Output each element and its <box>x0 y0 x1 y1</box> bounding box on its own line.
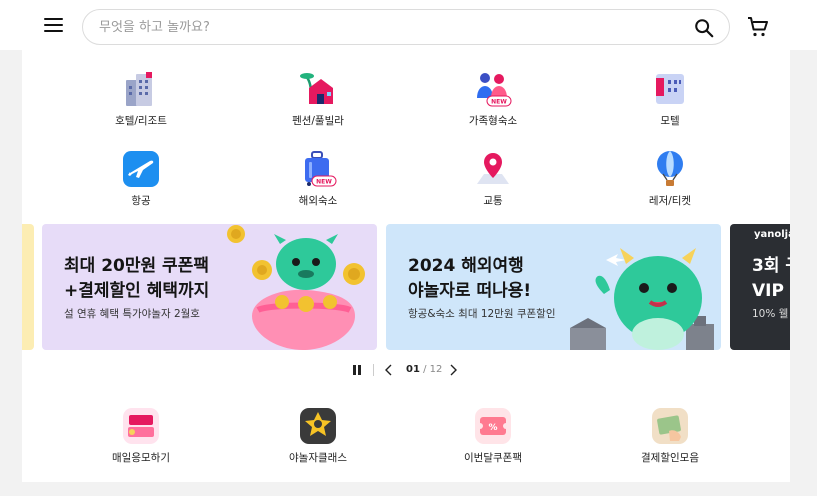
pager-divider <box>373 364 374 376</box>
quick-menu-label: 이번달쿠폰팩 <box>464 452 522 464</box>
quick-menu-label: 매일응모하기 <box>112 452 170 464</box>
pager-count: 01 / 12 <box>406 364 442 375</box>
banner-previous-peek[interactable] <box>22 224 34 350</box>
category-label: 해외숙소 <box>298 195 338 207</box>
pension-icon <box>300 73 333 104</box>
pager-current: 01 <box>406 364 420 375</box>
category-label: 항공 <box>131 195 151 207</box>
category-label: 호텔/리조트 <box>115 115 167 127</box>
search-icon[interactable] <box>693 17 715 39</box>
coupon-pack-icon: % <box>475 408 511 444</box>
category-label: 교통 <box>483 195 503 207</box>
banner-subtitle: 설 연휴 혜택 특가야놀자 2월호 <box>64 308 200 320</box>
banner-title: 3회 구VIP 혜 <box>752 256 790 301</box>
pager-separator: / <box>419 364 430 375</box>
suitcase-icon: NEW <box>305 151 337 187</box>
category-hotel[interactable]: 호텔/리조트 <box>86 70 196 128</box>
pause-icon[interactable] <box>352 365 362 375</box>
category-family-stay[interactable]: NEW 가족형숙소 <box>438 70 548 128</box>
search-bar[interactable] <box>82 9 730 45</box>
quick-menu-payment-discount[interactable]: 결제할인모음 <box>615 407 725 465</box>
hotel-icon <box>126 72 152 106</box>
quick-menu-coupon-pack[interactable]: % 이번달쿠폰팩 <box>438 407 548 465</box>
category-motel[interactable]: 모텔 <box>615 70 725 128</box>
airplane-icon <box>123 151 159 187</box>
chevron-left-icon[interactable] <box>382 363 396 377</box>
category-transport[interactable]: 교통 <box>438 150 548 208</box>
cart-icon[interactable] <box>746 15 770 39</box>
mascot-coins-illustration <box>227 225 365 350</box>
search-input[interactable] <box>99 16 679 38</box>
category-label: 레저/티켓 <box>648 195 692 207</box>
category-overseas-stay[interactable]: NEW 해외숙소 <box>263 150 373 208</box>
motel-icon <box>656 74 684 104</box>
category-leisure-ticket[interactable]: 레저/티켓 <box>615 150 725 208</box>
chevron-right-icon[interactable] <box>446 363 460 377</box>
category-label: 펜션/풀빌라 <box>292 115 344 127</box>
category-pension[interactable]: 펜션/풀빌라 <box>263 70 373 128</box>
family-stay-icon: NEW <box>477 73 512 107</box>
location-pin-icon <box>477 153 509 184</box>
category-airline[interactable]: 항공 <box>86 150 196 208</box>
banner-title: 최대 20만원 쿠폰팩 +결제할인 혜택까지 <box>64 256 210 301</box>
banner-subtitle: 10% 웰 <box>752 308 789 320</box>
quick-menu-daily-entry[interactable]: 매일응모하기 <box>86 407 196 465</box>
daily-entry-icon <box>123 408 159 444</box>
category-label: 가족형숙소 <box>468 115 518 127</box>
top-bar <box>0 0 817 50</box>
quick-menu-label: 결제할인모음 <box>641 452 699 464</box>
quick-menu-yanolja-class[interactable]: 야놀자클래스 <box>263 407 373 465</box>
promo-banner-3[interactable]: yanolja 3회 구VIP 혜 10% 웰 <box>730 224 790 350</box>
yanolja-logo: yanolja <box>754 229 790 240</box>
yanolja-class-icon <box>300 408 336 444</box>
category-label: 모텔 <box>660 115 680 127</box>
mascot-travel-illustration <box>570 248 714 350</box>
pager-total: 12 <box>429 364 443 375</box>
banner-title: 2024 해외여행 야놀자로 떠나용! <box>408 256 532 301</box>
hamburger-icon[interactable] <box>44 17 64 33</box>
new-badge: NEW <box>316 179 332 186</box>
promo-banner-1[interactable]: 최대 20만원 쿠폰팩 +결제할인 혜택까지 설 연휴 혜택 특가야놀자 2월호 <box>42 224 377 350</box>
svg-text:%: % <box>488 423 497 433</box>
payment-discount-icon <box>652 408 688 444</box>
promo-banner-2[interactable]: 2024 해외여행 야놀자로 떠나용! 항공&숙소 최대 12만원 쿠폰할인 <box>386 224 721 350</box>
hot-air-balloon-icon <box>657 151 683 186</box>
banner-subtitle: 항공&숙소 최대 12만원 쿠폰할인 <box>408 308 556 320</box>
new-badge: NEW <box>491 99 507 106</box>
quick-menu-label: 야놀자클래스 <box>289 452 347 464</box>
banner-pager: 01 / 12 <box>346 362 466 378</box>
